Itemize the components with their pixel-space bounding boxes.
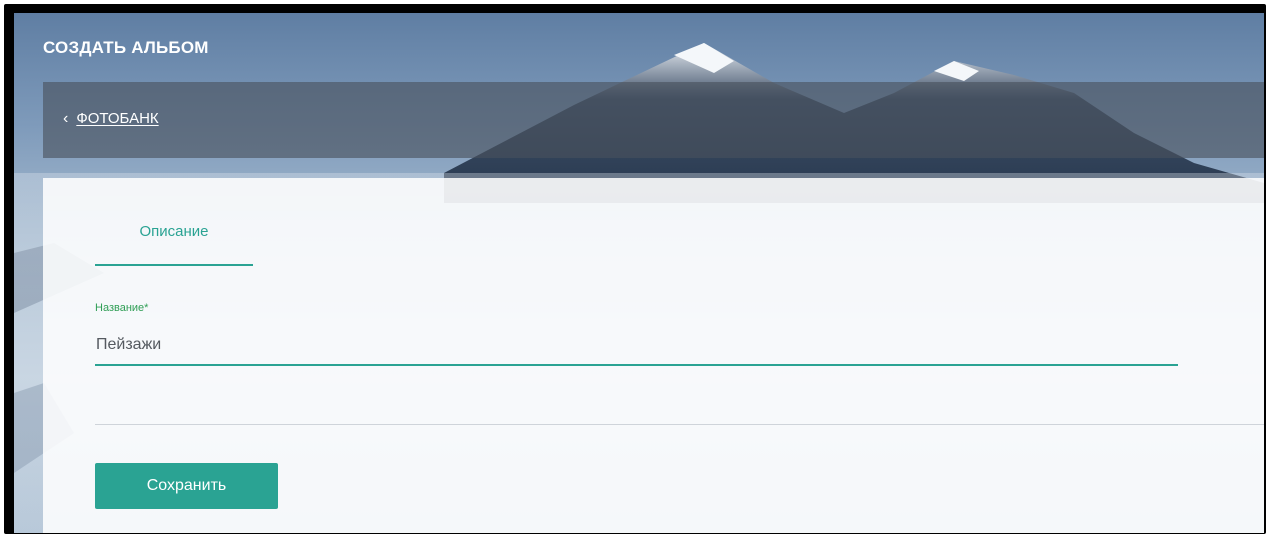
- save-button[interactable]: Сохранить: [95, 463, 278, 509]
- breadcrumb-link-label: ФОТОБАНК: [76, 110, 159, 127]
- required-marker: *: [144, 302, 149, 314]
- breadcrumb: ‹ ФОТОБАНК: [43, 82, 1264, 158]
- name-field-label: Название*: [95, 302, 148, 314]
- album-form-card: Описание Название* Сохранить: [43, 178, 1264, 533]
- page-viewport: СОЗДАТЬ АЛЬБОМ ‹ ФОТОБАНК Описание Назва…: [14, 13, 1264, 533]
- name-label-text: Название: [95, 302, 145, 314]
- page-title: СОЗДАТЬ АЛЬБОМ: [43, 38, 209, 57]
- chevron-left-icon: ‹: [63, 109, 69, 127]
- window-frame: СОЗДАТЬ АЛЬБОМ ‹ ФОТОБАНК Описание Назва…: [4, 4, 1266, 534]
- form-divider: [95, 424, 1264, 425]
- breadcrumb-link-photobank[interactable]: ‹ ФОТОБАНК: [63, 110, 159, 127]
- tab-label: Описание: [139, 223, 209, 240]
- tab-description[interactable]: Описание: [95, 220, 253, 266]
- album-name-input[interactable]: [95, 326, 1178, 366]
